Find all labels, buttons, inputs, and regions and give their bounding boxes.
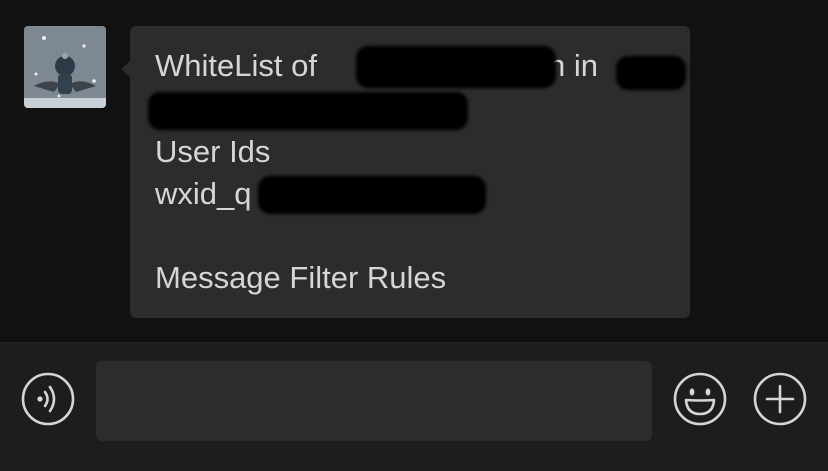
voice-button[interactable] — [20, 371, 76, 427]
voice-icon — [21, 372, 75, 426]
message-input[interactable] — [96, 361, 652, 441]
input-bar — [0, 342, 828, 471]
user-id-prefix: wxid_q — [155, 176, 252, 211]
user-id-value: wxid_q — [155, 176, 252, 212]
avatar-image — [24, 26, 106, 108]
redaction-mark — [258, 176, 486, 214]
redaction-mark — [356, 46, 556, 88]
message-title: WhiteList of n in — [155, 48, 598, 84]
emoji-icon — [673, 372, 727, 426]
avatar[interactable] — [24, 26, 106, 108]
message-title-text: WhiteList of — [155, 48, 317, 83]
message-filter-rules: Message Filter Rules — [155, 260, 447, 295]
redaction-mark — [148, 92, 468, 130]
user-ids-heading: User Ids — [155, 134, 271, 169]
message-bubble[interactable]: WhiteList of n in User Ids wxid_q Messag… — [130, 26, 690, 318]
redaction-mark — [616, 56, 686, 90]
chat-area: WhiteList of n in User Ids wxid_q Messag… — [0, 0, 828, 342]
emoji-button[interactable] — [672, 371, 728, 427]
plus-icon — [753, 372, 807, 426]
more-button[interactable] — [752, 371, 808, 427]
